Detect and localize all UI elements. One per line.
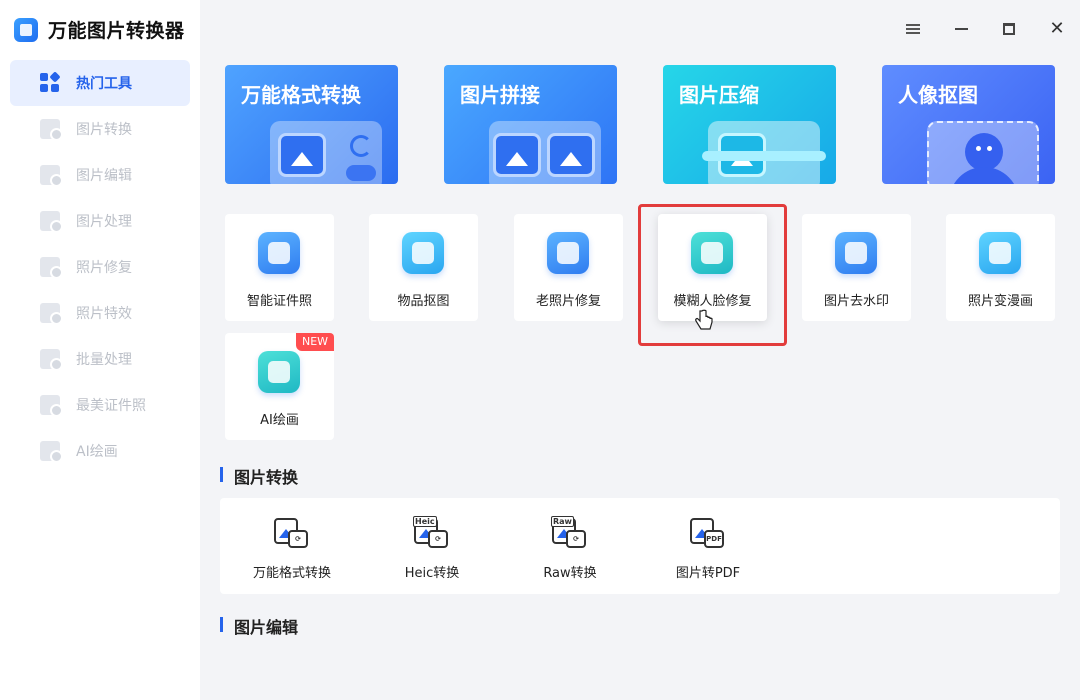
image-convert-icon: [40, 119, 63, 141]
maximize-button[interactable]: [998, 18, 1020, 40]
sidebar-item-batch[interactable]: 批量处理: [10, 336, 190, 382]
app-title: 万能图片转换器: [48, 20, 185, 42]
sidebar-item-label: 图片转换: [76, 122, 132, 138]
sidebar-item-label: 图片编辑: [76, 168, 132, 184]
convert-item-label: Raw转换: [543, 566, 597, 581]
tool-photo-to-cartoon[interactable]: 照片变漫画: [946, 214, 1055, 321]
sidebar: 万能图片转换器 热门工具 图片转换 图片编辑 图片处理 照片修复 照片特效 批量…: [0, 0, 200, 700]
tool-blurry-face-repair[interactable]: 模糊人脸修复: [658, 214, 767, 321]
photo-repair-icon: [40, 257, 63, 279]
photo-effects-icon: [40, 303, 63, 325]
tool-label: 模糊人脸修复: [673, 294, 752, 309]
sidebar-nav: 热门工具 图片转换 图片编辑 图片处理 照片修复 照片特效 批量处理 最美证件照…: [10, 60, 190, 474]
minimize-button[interactable]: [950, 18, 972, 40]
wrench-photo-icon: [547, 232, 589, 274]
format-convert-icon: ⟳: [274, 518, 308, 550]
tool-object-cutout[interactable]: 物品抠图: [369, 214, 478, 321]
sidebar-item-image-convert[interactable]: 图片转换: [10, 106, 190, 152]
hero-card-image-stitch[interactable]: 图片拼接: [444, 65, 617, 184]
image-edit-icon: [40, 165, 63, 187]
tool-label: 智能证件照: [246, 294, 312, 309]
hero-card-portrait-cutout[interactable]: 人像抠图: [882, 65, 1055, 184]
tool-label: 照片变漫画: [967, 294, 1033, 309]
sidebar-item-label: 热门工具: [76, 76, 132, 92]
convert-item-universal-format[interactable]: ⟳ 万能格式转换: [222, 516, 362, 586]
format-convert-illustration-icon: [270, 121, 382, 184]
menu-button[interactable]: [902, 18, 924, 40]
ai-paint-icon: [40, 441, 63, 463]
sidebar-item-label: 最美证件照: [76, 398, 146, 414]
close-icon: ✕: [1049, 18, 1065, 39]
shopping-bag-icon: [402, 232, 444, 274]
image-process-icon: [40, 211, 63, 233]
sidebar-item-label: 照片特效: [76, 306, 132, 322]
hero-card-title: 万能格式转换: [241, 83, 361, 107]
close-button[interactable]: ✕: [1046, 18, 1068, 40]
portrait-cutout-illustration-icon: [927, 121, 1039, 184]
id-card-icon: [258, 232, 300, 274]
window-controls: ✕: [902, 18, 1068, 40]
sidebar-item-image-edit[interactable]: 图片编辑: [10, 152, 190, 198]
sidebar-item-id-photo[interactable]: 最美证件照: [10, 382, 190, 428]
app-header: 万能图片转换器: [14, 16, 185, 43]
hero-card-title: 图片压缩: [679, 83, 759, 107]
cartoon-face-icon: [979, 232, 1021, 274]
sidebar-item-photo-effects[interactable]: 照片特效: [10, 290, 190, 336]
convert-item-raw[interactable]: ⟳ Raw Raw转换: [500, 516, 640, 586]
convert-item-label: 万能格式转换: [252, 566, 331, 581]
pdf-convert-icon: PDF: [690, 518, 724, 550]
tool-watermark-remove[interactable]: 图片去水印: [802, 214, 911, 321]
sidebar-item-label: 图片处理: [76, 214, 132, 230]
tool-label: 物品抠图: [397, 294, 450, 309]
raw-convert-icon: ⟳ Raw: [551, 516, 586, 550]
sidebar-item-photo-repair[interactable]: 照片修复: [10, 244, 190, 290]
convert-item-image-to-pdf[interactable]: PDF 图片转PDF: [638, 516, 778, 586]
convert-item-heic[interactable]: ⟳ Heic Heic转换: [362, 516, 502, 586]
convert-item-label: Heic转换: [404, 566, 460, 581]
hero-card-image-compress[interactable]: 图片压缩: [663, 65, 836, 184]
hand-cursor-icon: [695, 309, 713, 330]
tool-label: 老照片修复: [535, 294, 601, 309]
tool-ai-paint[interactable]: NEW AI绘画: [225, 333, 334, 440]
sidebar-item-ai-paint[interactable]: AI绘画: [10, 428, 190, 474]
tool-label: AI绘画: [260, 413, 299, 428]
face-enhance-icon: [691, 232, 733, 274]
sidebar-item-label: 批量处理: [76, 352, 132, 368]
section-title-image-convert: 图片转换: [220, 464, 298, 488]
minimize-icon: [954, 28, 968, 30]
sidebar-item-label: AI绘画: [76, 444, 118, 460]
image-convert-panel: ⟳ 万能格式转换 ⟳ Heic Heic转换 ⟳ Raw Raw转换 PDF 图…: [220, 498, 1060, 594]
hero-card-format-convert[interactable]: 万能格式转换: [225, 65, 398, 184]
hero-card-title: 图片拼接: [460, 83, 540, 107]
batch-process-icon: [40, 349, 63, 371]
section-title-image-edit: 图片编辑: [220, 614, 298, 638]
sidebar-item-hot-tools[interactable]: 热门工具: [10, 60, 190, 106]
heic-convert-icon: ⟳ Heic: [413, 516, 448, 550]
app-logo-icon: [14, 17, 38, 42]
sidebar-item-image-process[interactable]: 图片处理: [10, 198, 190, 244]
image-stitch-illustration-icon: [489, 121, 601, 184]
menu-icon: [906, 22, 920, 36]
tool-smart-id-photo[interactable]: 智能证件照: [225, 214, 334, 321]
id-photo-icon: [40, 395, 63, 417]
watermark-remove-icon: [835, 232, 877, 274]
new-badge: NEW: [296, 333, 334, 351]
grid-icon: [40, 71, 61, 93]
tool-old-photo-repair[interactable]: 老照片修复: [514, 214, 623, 321]
image-compress-illustration-icon: [702, 121, 826, 184]
tool-label: 图片去水印: [823, 294, 889, 309]
convert-item-label: 图片转PDF: [675, 566, 741, 581]
maximize-icon: [1003, 23, 1015, 35]
hero-card-title: 人像抠图: [898, 83, 978, 107]
ai-paint-brush-icon: [258, 351, 300, 393]
sidebar-item-label: 照片修复: [76, 260, 132, 276]
